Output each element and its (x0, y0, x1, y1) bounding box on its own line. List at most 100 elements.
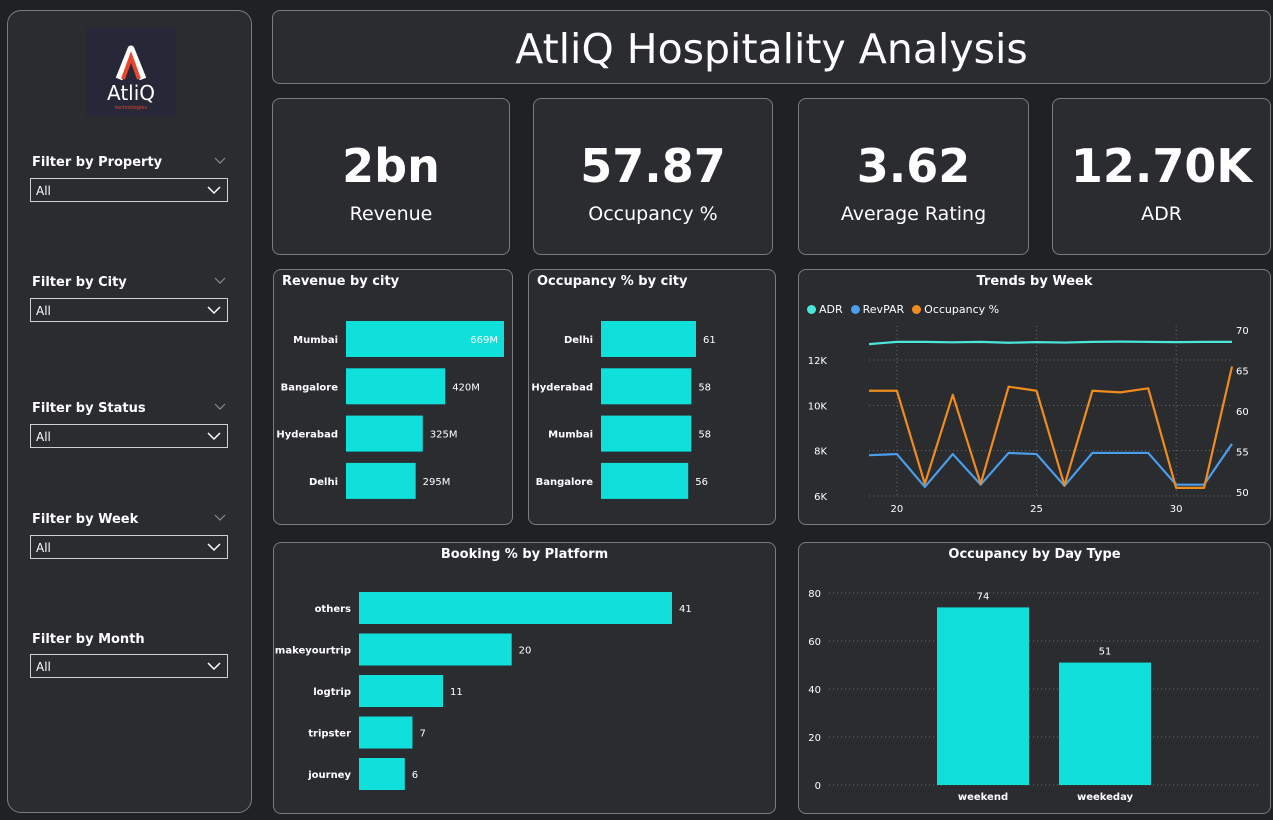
y-tick-label-left: 10K (808, 401, 828, 412)
bar (346, 368, 446, 405)
dropdown-arrow-icon (207, 662, 221, 671)
kpi-value: 3.62 (856, 139, 971, 193)
y-tick-label-left: 8K (814, 447, 827, 458)
bar (359, 633, 512, 666)
filter-week-value: All (36, 541, 51, 555)
filter-property-dropdown[interactable]: All (30, 178, 228, 202)
occupancy-by-city-chart[interactable]: Occupancy % by city Delhi 61 Hyderabad 58 Mu… (528, 269, 776, 525)
bar (601, 415, 692, 452)
data-label: 41 (679, 604, 692, 615)
category-label: Delhi (309, 477, 338, 488)
y-tick-label-right: 55 (1236, 447, 1249, 458)
data-label: 420M (452, 382, 480, 393)
kpi-card-occupancy[interactable]: 57.87 Occupancy % (533, 98, 773, 255)
filter-city-label: Filter by City (32, 275, 127, 290)
kpi-value: 57.87 (580, 139, 726, 193)
bar (1059, 662, 1151, 785)
chevron-down-icon[interactable] (214, 514, 226, 522)
occupancy-by-day-type-plot: 0 20 40 60 80 74 weekend 51 weekeday (808, 589, 1259, 803)
filter-month-dropdown[interactable]: All (30, 654, 228, 678)
bar (346, 415, 423, 452)
kpi-card-average-rating[interactable]: 3.62 Average Rating (798, 98, 1029, 255)
category-label: Bangalore (536, 477, 594, 488)
atliq-logo: AtliQ technologies (86, 27, 176, 117)
data-label: 58 (698, 430, 711, 441)
occupancy-by-city-plot: Delhi 61 Hyderabad 58 Mumbai 58 Bangalore 56 (531, 321, 716, 499)
bar (359, 758, 405, 790)
kpi-label: Revenue (349, 203, 433, 225)
data-label: 295M (423, 477, 451, 488)
booking-by-platform-chart[interactable]: Booking % by Platform others 41 makeyourtr… (273, 542, 776, 814)
page-title: AtliQ Hospitality Analysis (515, 25, 1028, 73)
y-tick-label: 20 (808, 733, 821, 744)
logo-subtext: technologies (115, 105, 147, 111)
filter-week-dropdown[interactable]: All (30, 535, 228, 559)
chevron-down-icon[interactable] (214, 157, 226, 165)
category-label: Hyderabad (276, 430, 338, 441)
data-label: 56 (695, 477, 708, 488)
kpi-value: 2bn (342, 139, 440, 193)
bar (601, 321, 696, 357)
series-line-adr (868, 340, 1232, 346)
filter-status-dropdown[interactable]: All (30, 424, 228, 448)
kpi-label: Occupancy % (588, 203, 718, 225)
bar (359, 592, 672, 624)
y-tick-label-right: 60 (1236, 407, 1249, 418)
category-label: Bangalore (281, 382, 339, 393)
data-label: 669M (470, 335, 498, 346)
kpi-card-adr[interactable]: 12.70K ADR (1052, 98, 1271, 255)
category-label: makeyourtrip (275, 646, 351, 657)
data-label: 61 (703, 335, 716, 346)
trends-by-week-plot: 6K 8K 10K 12K 50 55 60 65 70 20 25 30 (808, 326, 1249, 515)
filter-property-value: All (36, 184, 51, 198)
data-label: 20 (519, 646, 532, 657)
x-tick-label: 20 (891, 504, 904, 515)
filter-status-value: All (36, 430, 51, 444)
category-label: tripster (308, 729, 351, 740)
data-label: 11 (450, 687, 463, 698)
filter-city-dropdown[interactable]: All (30, 298, 228, 322)
kpi-card-revenue[interactable]: 2bn Revenue (272, 98, 510, 255)
filter-property-label: Filter by Property (32, 155, 163, 170)
filter-week-label: Filter by Week (32, 512, 139, 527)
category-label: Hyderabad (531, 382, 593, 393)
booking-by-platform-plot: others 41 makeyourtrip 20 logtrip 11 tripster 7… (275, 592, 692, 790)
category-label: Mumbai (548, 430, 593, 441)
kpi-label: ADR (1141, 203, 1182, 225)
chevron-down-icon[interactable] (214, 277, 226, 285)
category-label: Delhi (564, 335, 593, 346)
category-label: weekeday (1077, 792, 1134, 803)
dropdown-arrow-icon (207, 543, 221, 552)
x-tick-label: 30 (1170, 504, 1183, 515)
chevron-down-icon[interactable] (214, 403, 226, 411)
category-label: journey (307, 770, 351, 781)
kpi-value: 12.70K (1070, 139, 1253, 193)
kpi-label: Average Rating (840, 203, 987, 225)
y-tick-label: 0 (815, 781, 821, 792)
category-label: Mumbai (293, 335, 338, 346)
revenue-by-city-plot: Mumbai 669M Bangalore 420M Hyderabad 325M Delh… (276, 321, 504, 499)
category-label: weekend (958, 792, 1008, 803)
revenue-by-city-chart[interactable]: Revenue by city Mumbai 669M Bangalore 420M H… (273, 269, 513, 525)
filter-status-label: Filter by Status (32, 401, 146, 416)
data-label: 325M (430, 430, 458, 441)
trends-by-week-chart[interactable]: Trends by Week ADR RevPAR Occupancy % 6K… (798, 269, 1271, 525)
data-label: 74 (977, 591, 990, 602)
filter-month-label: Filter by Month (32, 632, 145, 647)
y-tick-label: 60 (808, 637, 821, 648)
y-tick-label-right: 50 (1236, 488, 1249, 499)
x-tick-label: 25 (1030, 504, 1043, 515)
filter-sidebar: AtliQ technologies Filter by Property Al… (7, 10, 252, 813)
y-tick-label-right: 65 (1236, 367, 1249, 378)
dropdown-arrow-icon (207, 306, 221, 315)
bar (359, 675, 443, 707)
y-tick-label-right: 70 (1236, 326, 1249, 337)
filter-city-value: All (36, 304, 51, 318)
logo-mark-icon: AtliQ technologies (107, 45, 155, 111)
bar (601, 462, 689, 499)
dropdown-arrow-icon (207, 186, 221, 195)
data-label: 51 (1099, 647, 1112, 658)
occupancy-by-day-type-chart[interactable]: Occupancy by Day Type 0 20 40 60 80 74 weekend… (798, 542, 1271, 814)
data-label: 6 (412, 770, 418, 781)
logo-text: AtliQ (107, 81, 155, 105)
